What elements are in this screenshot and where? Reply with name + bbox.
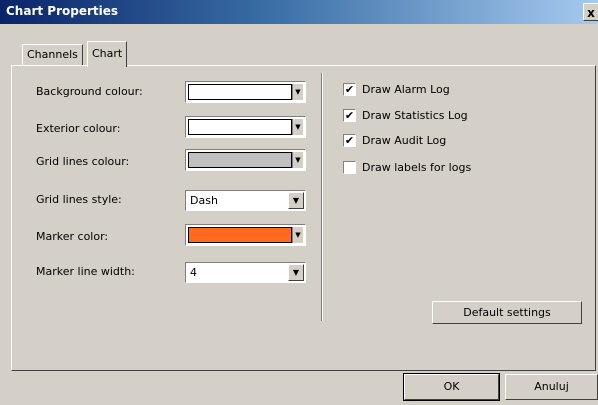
option-label: Draw labels for logs	[362, 161, 472, 174]
exterior-colour-label: Exterior colour:	[36, 122, 121, 135]
dropdown-arrow-icon[interactable]: ▼	[292, 119, 303, 135]
dropdown-arrow-icon[interactable]: ▼	[292, 227, 303, 243]
default-settings-button[interactable]: Default settings	[432, 301, 582, 324]
checkbox[interactable]: ✔	[343, 109, 356, 122]
cancel-button[interactable]: Anuluj	[505, 374, 598, 400]
marker-line-width-select[interactable]: 4 ▼	[185, 262, 306, 283]
grid-lines-style-select[interactable]: Dash ▼	[185, 190, 306, 211]
grid-lines-colour-swatch	[188, 152, 292, 168]
marker-line-width-label: Marker line width:	[36, 265, 135, 278]
grid-lines-style-label: Grid lines style:	[36, 193, 122, 206]
vertical-divider	[321, 73, 323, 321]
tab-channels[interactable]: Channels	[22, 44, 83, 65]
checkbox[interactable]: ✔	[343, 134, 356, 147]
checkbox[interactable]	[343, 161, 356, 174]
marker-color-label: Marker color:	[36, 230, 109, 243]
ok-button[interactable]: OK	[403, 373, 500, 401]
dropdown-arrow-icon[interactable]: ▼	[292, 152, 303, 168]
option-label: Draw Audit Log	[362, 134, 447, 147]
option-label: Draw Alarm Log	[362, 83, 450, 96]
option-label: Draw Statistics Log	[362, 109, 468, 122]
grid-lines-colour-picker[interactable]: ▼	[185, 149, 306, 171]
checkbox[interactable]: ✔	[343, 83, 356, 96]
dropdown-arrow-icon[interactable]: ▼	[292, 84, 303, 100]
tab-chart[interactable]: Chart	[87, 41, 128, 67]
grid-lines-style-value: Dash	[190, 194, 218, 207]
exterior-colour-swatch	[188, 119, 292, 135]
title-bar[interactable]: Chart Properties x	[0, 0, 598, 24]
dropdown-arrow-icon[interactable]: ▼	[288, 192, 304, 209]
chart-tab-panel	[11, 65, 596, 371]
grid-lines-colour-label: Grid lines colour:	[36, 155, 130, 168]
exterior-colour-picker[interactable]: ▼	[185, 116, 306, 138]
dropdown-arrow-icon[interactable]: ▼	[288, 264, 304, 281]
close-button[interactable]: x	[583, 3, 598, 21]
marker-color-swatch	[188, 227, 292, 243]
window-title: Chart Properties	[6, 4, 119, 18]
background-colour-picker[interactable]: ▼	[185, 81, 306, 103]
background-colour-label: Background colour:	[36, 85, 143, 98]
background-colour-swatch	[188, 84, 292, 100]
marker-color-picker[interactable]: ▼	[185, 224, 306, 246]
marker-line-width-value: 4	[190, 266, 197, 279]
